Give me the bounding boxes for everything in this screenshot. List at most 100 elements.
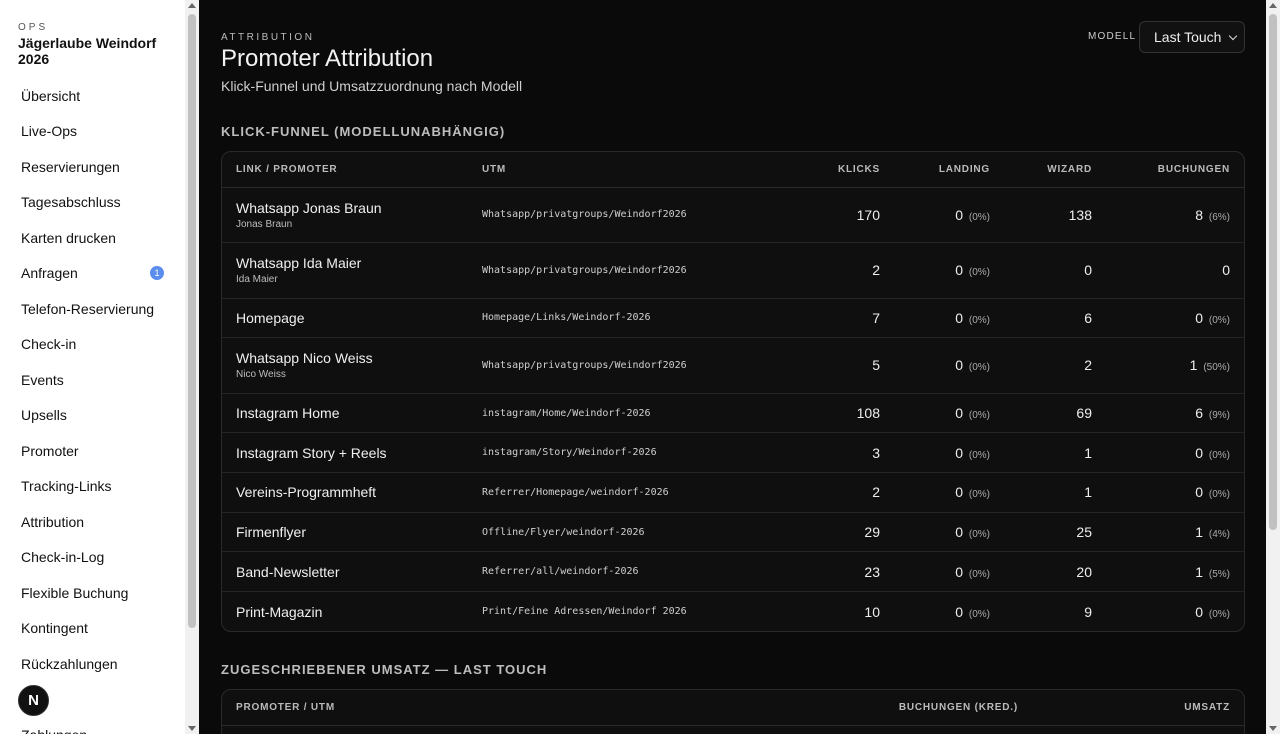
cell-bookings: 0 [1106,242,1244,299]
link-name: Firmenflyer [236,524,307,541]
sidebar-item-check-in-log[interactable]: Check-in-Log [0,540,185,576]
cell-link: Band-Newsletter [222,551,468,593]
cell-bookings: 6 (9%) [1106,393,1244,434]
revenue-table-card: PROMOTER / UTM BUCHUNGEN (KRED.) UMSATZ [221,689,1245,734]
sidebar-item-label: Tracking-Links [21,478,112,495]
bookings-percent: (9%) [1208,410,1230,422]
sidebar-item-rückzahlungen[interactable]: Rückzahlungen [0,646,185,682]
table-row[interactable]: Whatsapp Jonas Braun Jonas Braun Whatsapp/… [222,187,1244,243]
cell-utm: Homepage/Links/Weindorf-2026 [468,298,738,339]
cell-clicks: 170 [738,187,894,243]
bookings-value: 1 [1189,357,1198,374]
col-header-promoter-utm: PROMOTER / UTM [222,690,842,726]
landing-value: 0 [955,444,963,461]
bookings-value: 0 [1195,309,1203,326]
landing-percent: (0%) [968,211,990,223]
sidebar-item-zahlungen[interactable]: Zahlungen [0,717,185,734]
sidebar-item-tagesabschluss[interactable]: Tagesabschluss [0,185,185,221]
cell-clicks: 3 [738,432,894,474]
sidebar-ops-label: OPS [18,22,49,33]
cell-wizard: 0 [1004,242,1106,299]
cell-link: Vereins-Programmheft [222,472,468,513]
cell-wizard: 6 [1004,298,1106,339]
sidebar-item-label: Check-in-Log [21,549,105,566]
cell-bookings: 1 (4%) [1106,512,1244,553]
bookings-value: 1 [1195,563,1203,580]
sidebar-item-kontingent[interactable]: Kontingent [0,611,185,647]
cell-wizard: 20 [1004,551,1106,593]
scroll-down-arrow-icon[interactable] [188,726,196,731]
bookings-percent: (0%) [1208,608,1230,620]
cell-clicks: 10 [864,603,880,620]
sidebar-item-label: Anfragen [21,265,78,282]
sidebar-event-title: Jägerlaube Weindorf 2026 [18,35,157,67]
table-row[interactable]: Print-Magazin Print/Feine Adressen/Weindo… [222,592,1244,632]
main-scrollbar[interactable] [1266,0,1280,734]
funnel-table: LINK / PROMOTER UTM KLICKS LANDING WIZAR… [222,152,1244,631]
cell-landing: 0 (0%) [894,472,1004,513]
sidebar-scrollbar-thumb[interactable] [188,14,196,628]
sidebar-item-label: Karten drucken [21,229,116,246]
sidebar-item-upsells[interactable]: Upsells [0,398,185,434]
cell-landing: 0 (0%) [894,337,1004,394]
cell-landing: 0 (0%) [894,592,1004,632]
sidebar-item-reservierungen[interactable]: Reservierungen [0,149,185,185]
table-row[interactable]: Homepage Homepage/Links/Weindorf-2026 7 0 (… [222,298,1244,339]
cell-bookings: 0 (0%) [1106,432,1244,474]
landing-percent: (0%) [968,362,990,374]
col-header-link: LINK / PROMOTER [222,152,468,188]
sidebar-item-tracking-links[interactable]: Tracking-Links [0,469,185,505]
sidebar-item-flexible-buchung[interactable]: Flexible Buchung [0,575,185,611]
cell-utm: Print/Feine Adressen/Weindorf 2026 [482,606,687,618]
sidebar-item-live-ops[interactable]: Live-Ops [0,114,185,150]
cell-landing: 0 (0%) [894,551,1004,593]
cell-link: Whatsapp Ida Maier Ida Maier [222,242,468,299]
cell-link: Whatsapp Nico Weiss Nico Weiss [222,337,468,394]
cell-utm: Whatsapp/privatgroups/Weindorf2026 [468,187,738,243]
sidebar-item-attribution[interactable]: Attribution [0,504,185,540]
cell-wizard: 25 [1004,512,1106,553]
sidebar-item-übersicht[interactable]: Übersicht [0,78,185,114]
user-avatar-button[interactable]: N [18,685,49,716]
page-eyebrow: ATTRIBUTION [221,32,315,43]
scroll-up-arrow-icon[interactable] [1269,3,1277,8]
model-select[interactable]: Last Touch [1139,21,1245,53]
sidebar-item-karten-drucken[interactable]: Karten drucken [0,220,185,256]
table-row[interactable]: Instagram Home instagram/Home/Weindorf-20… [222,393,1244,434]
sidebar-item-check-in[interactable]: Check-in [0,327,185,363]
landing-value: 0 [955,309,963,326]
cell-landing: 0 (0%) [894,512,1004,553]
table-row[interactable]: Vereins-Programmheft Referrer/Homepage/we… [222,472,1244,513]
sidebar-item-events[interactable]: Events [0,362,185,398]
sidebar-item-label: Tagesabschluss [21,194,121,211]
model-label: MODELL [1088,31,1137,42]
sidebar-scrollbar[interactable] [185,0,199,734]
cell-bookings: 8 (6%) [1106,187,1244,243]
cell-bookings: 0 (0%) [1106,298,1244,339]
table-row[interactable]: Whatsapp Ida Maier Ida Maier Whatsapp/priv… [222,242,1244,299]
table-row[interactable]: Band-Newsletter Referrer/all/weindorf-202… [222,551,1244,593]
scroll-up-arrow-icon[interactable] [188,3,196,8]
table-row[interactable]: Instagram Story + Reels instagram/Story/W… [222,432,1244,474]
sidebar-item-telefon-reservierung[interactable]: Telefon-Reservierung [0,291,185,327]
sidebar-item-label: Check-in [21,336,77,353]
bookings-value: 0 [1222,262,1230,279]
sidebar-item-label: Kontingent [21,620,88,637]
funnel-table-card: LINK / PROMOTER UTM KLICKS LANDING WIZAR… [221,151,1245,633]
cell-utm: Whatsapp/privatgroups/Weindorf2026 [468,337,738,394]
scroll-down-arrow-icon[interactable] [1269,726,1277,731]
cell-link: Print-Magazin [222,592,468,632]
cell-bookings: 1 (50%) [1106,337,1244,394]
cell-landing: 0 (0%) [894,187,1004,243]
sidebar-nav: Übersicht Live-Ops Reservierungen Tagesabsc… [0,78,185,734]
table-row[interactable]: Firmenflyer Offline/Flyer/weindorf-2026 29… [222,512,1244,553]
main-scrollbar-thumb[interactable] [1269,14,1277,530]
sidebar-item-anfragen[interactable]: Anfragen 1 [0,256,185,292]
table-row[interactable]: Whatsapp Nico Weiss Nico Weiss Whatsapp/pr… [222,337,1244,394]
sidebar-item-promoter[interactable]: Promoter [0,433,185,469]
cell-clicks: 2 [738,242,894,299]
bookings-percent: (6%) [1208,211,1230,223]
promoter-name: Jonas Braun [236,218,293,230]
bookings-percent: (5%) [1208,568,1230,580]
cell-link: Homepage [222,298,468,339]
